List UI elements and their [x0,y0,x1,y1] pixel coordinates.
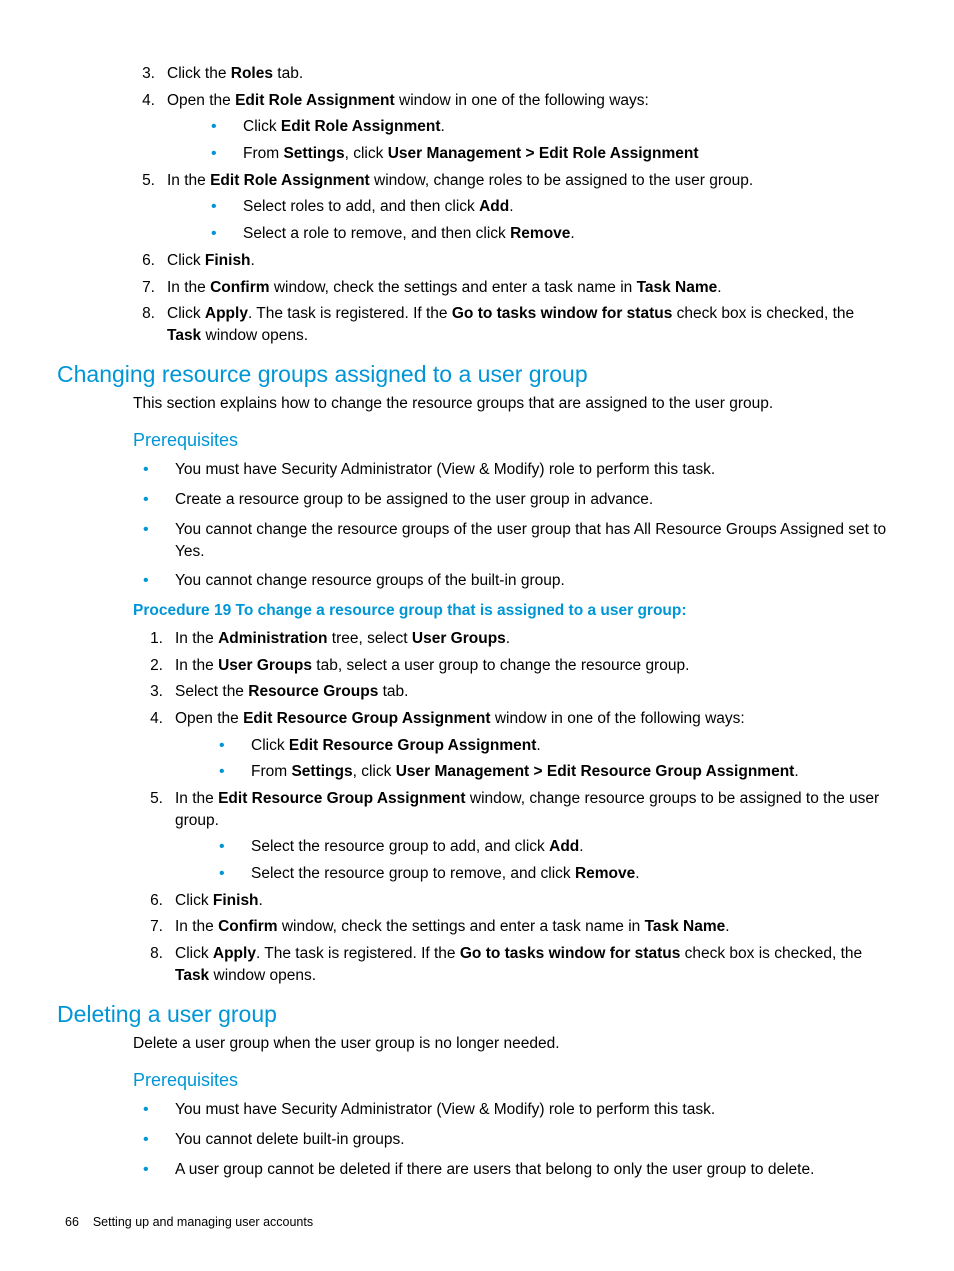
footer-section-title: Setting up and managing user accounts [93,1215,313,1229]
cstep-2: 2.In the User Groups tab, select a user … [133,655,889,677]
prereq-item: Create a resource group to be assigned t… [133,489,889,511]
cstep-3: 3.Select the Resource Groups tab. [133,681,889,703]
changing-steps-list: 1.In the Administration tree, select Use… [133,628,889,987]
cstep-5-sub-a: Select the resource group to add, and cl… [175,836,889,858]
prereq-item: You cannot change resource groups of the… [133,570,889,592]
top-steps-list: 3.Click the Roles tab. 4.Open the Edit R… [125,63,889,347]
step-8: 8.Click Apply. The task is registered. I… [125,303,889,346]
cstep-5-sub-b: Select the resource group to remove, and… [175,863,889,885]
changing-content: This section explains how to change the … [133,394,889,987]
step-4-sub-a: Click Edit Role Assignment. [167,116,889,138]
page-content: 3.Click the Roles tab. 4.Open the Edit R… [0,0,954,1181]
deleting-intro: Delete a user group when the user group … [133,1034,889,1055]
heading-deleting-user-group: Deleting a user group [57,1001,889,1028]
step-6: 6.Click Finish. [125,250,889,272]
step-7: 7.In the Confirm window, check the setti… [125,277,889,299]
cstep-8: 8.Click Apply. The task is registered. I… [133,943,889,986]
procedure-19-title: Procedure 19 To change a resource group … [133,602,889,620]
cstep-5: 5.In the Edit Resource Group Assignment … [133,788,889,885]
changing-prereq-heading: Prerequisites [133,430,889,451]
prereq-item: You must have Security Administrator (Vi… [133,459,889,481]
cstep-4-sub-b: From Settings, click User Management > E… [175,761,889,783]
deleting-content: Delete a user group when the user group … [133,1034,889,1181]
step-5-sublist: Select roles to add, and then click Add.… [167,196,889,244]
top-steps-block: 3.Click the Roles tab. 4.Open the Edit R… [125,63,889,347]
cstep-5-sublist: Select the resource group to add, and cl… [175,836,889,884]
step-4: 4.Open the Edit Role Assignment window i… [125,90,889,165]
deleting-prereq-list: You must have Security Administrator (Vi… [133,1099,889,1180]
page-footer: 66 Setting up and managing user accounts [65,1215,313,1229]
step-4-sub-b: From Settings, click User Management > E… [167,143,889,165]
step-4-sublist: Click Edit Role Assignment. From Setting… [167,116,889,164]
step-5-sub-b: Select a role to remove, and then click … [167,223,889,245]
cstep-4-sub-a: Click Edit Resource Group Assignment. [175,735,889,757]
step-5-sub-a: Select roles to add, and then click Add. [167,196,889,218]
prereq-item: You cannot delete built-in groups. [133,1129,889,1151]
prereq-item: You cannot change the resource groups of… [133,519,889,562]
cstep-6: 6.Click Finish. [133,890,889,912]
cstep-4-sublist: Click Edit Resource Group Assignment. Fr… [175,735,889,783]
changing-intro: This section explains how to change the … [133,394,889,415]
prereq-item: You must have Security Administrator (Vi… [133,1099,889,1121]
page-number: 66 [65,1215,79,1229]
changing-prereq-list: You must have Security Administrator (Vi… [133,459,889,591]
heading-changing-resource-groups: Changing resource groups assigned to a u… [57,361,889,388]
step-3: 3.Click the Roles tab. [125,63,889,85]
cstep-7: 7.In the Confirm window, check the setti… [133,916,889,938]
deleting-prereq-heading: Prerequisites [133,1070,889,1091]
cstep-4: 4.Open the Edit Resource Group Assignmen… [133,708,889,783]
step-5: 5.In the Edit Role Assignment window, ch… [125,170,889,245]
cstep-1: 1.In the Administration tree, select Use… [133,628,889,650]
prereq-item: A user group cannot be deleted if there … [133,1159,889,1181]
